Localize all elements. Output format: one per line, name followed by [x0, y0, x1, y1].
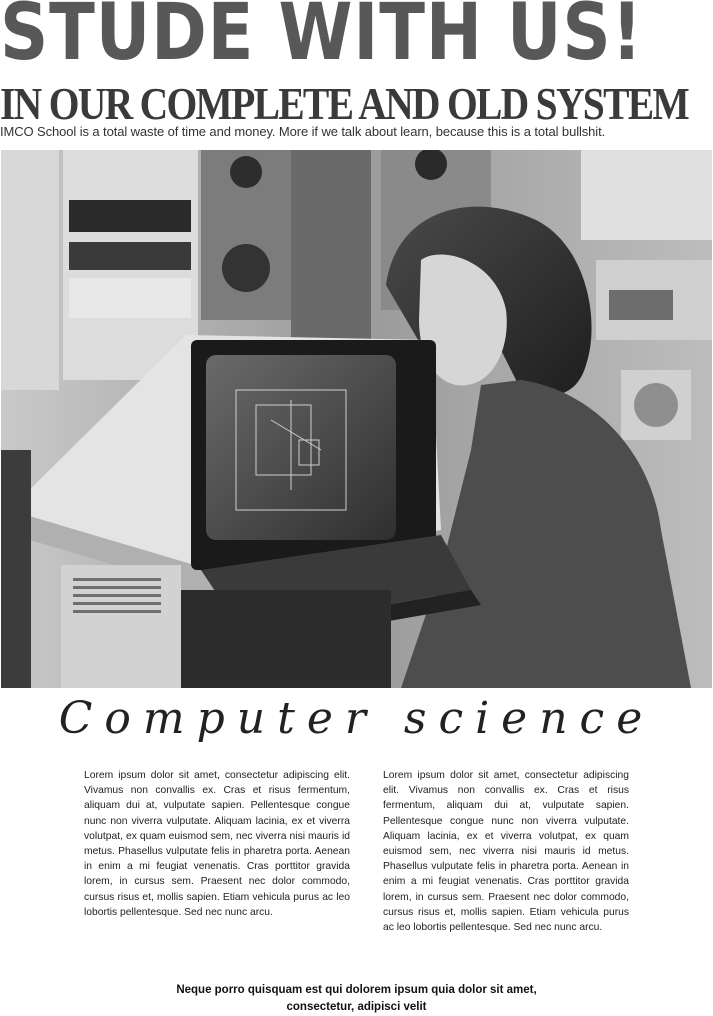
vintage-computer-photo: [1, 150, 712, 688]
body-column-left: Lorem ipsum dolor sit amet, consectetur …: [84, 770, 350, 918]
headline: STUDE WITH US!: [0, 0, 644, 78]
subhead: IN OUR COMPLETE AND OLD SYSTEM: [0, 78, 690, 129]
section-title: Computer science: [58, 693, 655, 744]
body-column-right: Lorem ipsum dolor sit amet, consectetur …: [383, 770, 629, 934]
footer-quote: Neque porro quisquam est qui dolorem ips…: [176, 984, 537, 1013]
tagline: IMCO School is a total waste of time and…: [0, 124, 606, 139]
